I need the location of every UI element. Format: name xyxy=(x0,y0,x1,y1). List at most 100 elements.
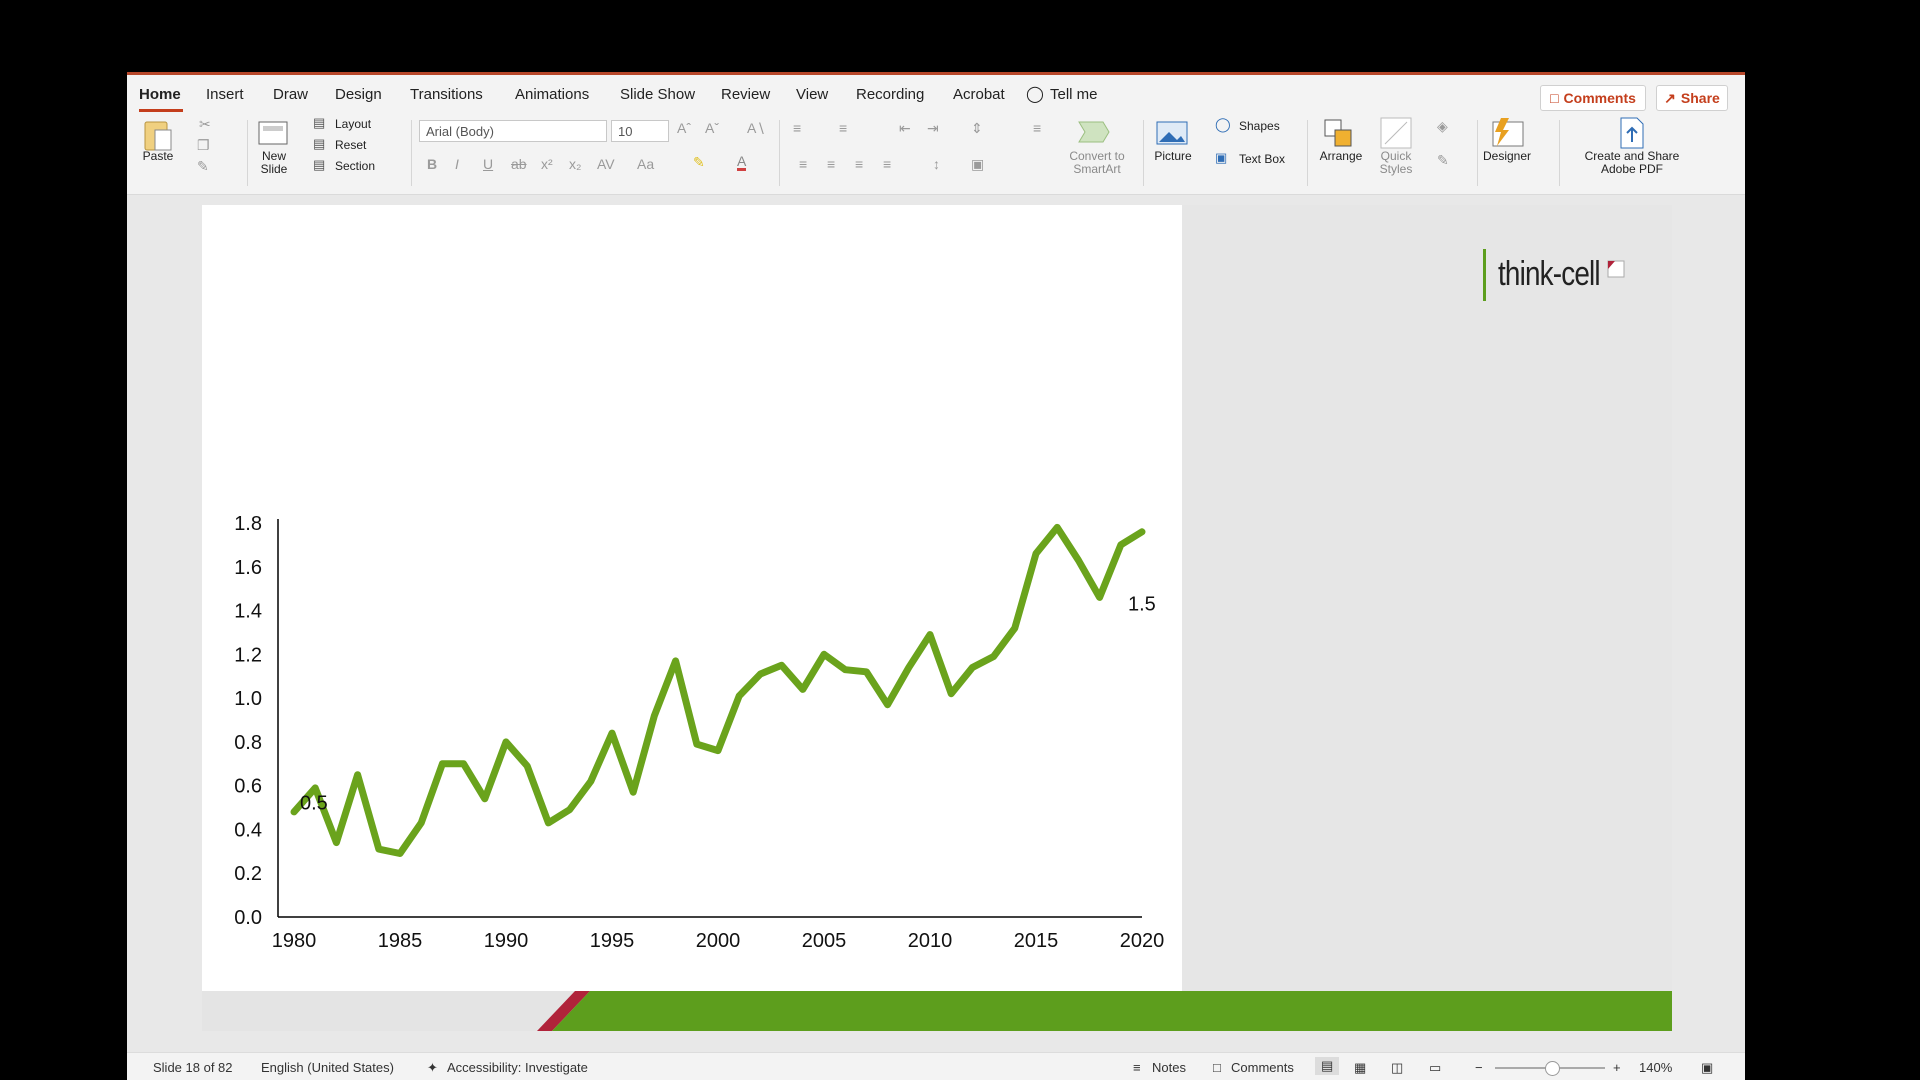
clear-format-icon[interactable]: A∖ xyxy=(747,120,765,137)
create-share-line2[interactable]: Adobe PDF xyxy=(1567,163,1697,176)
ribbon-tabs: Home Insert Draw Design Transitions Anim… xyxy=(127,76,1745,112)
designer-icon[interactable] xyxy=(1487,116,1527,150)
y-tick-label: 0.0 xyxy=(234,907,262,929)
copy-icon[interactable]: ❐ xyxy=(197,137,210,154)
superscript-icon[interactable]: x² xyxy=(541,156,553,172)
highlight-icon[interactable]: ✎ xyxy=(693,154,705,171)
line-chart[interactable]: 0.0 0.2 0.4 0.6 0.8 1.0 1.2 1.4 1.6 1.8 1980 1985 19… xyxy=(202,205,1182,991)
y-tick-label: 0.6 xyxy=(234,776,262,798)
decrease-indent-icon[interactable]: ⇤ xyxy=(899,120,911,137)
layout-button[interactable]: Layout xyxy=(335,118,371,131)
zoom-in-icon[interactable]: + xyxy=(1613,1060,1621,1075)
accessibility-status[interactable]: Accessibility: Investigate xyxy=(447,1060,588,1075)
quick-styles-icon[interactable] xyxy=(1379,116,1413,150)
status-comments-button[interactable]: Comments xyxy=(1231,1060,1294,1075)
tab-acrobat[interactable]: Acrobat xyxy=(953,86,1005,103)
picture-label[interactable]: Picture xyxy=(1149,150,1197,163)
font-color-icon[interactable]: A xyxy=(737,154,747,171)
notes-button[interactable]: Notes xyxy=(1152,1060,1186,1075)
zoom-slider-thumb[interactable] xyxy=(1545,1061,1560,1076)
align-center-icon[interactable]: ≡ xyxy=(827,156,835,172)
language-indicator[interactable]: English (United States) xyxy=(261,1060,394,1075)
designer-label[interactable]: Designer xyxy=(1479,150,1535,163)
tab-recording[interactable]: Recording xyxy=(856,86,924,103)
arrange-label[interactable]: Arrange xyxy=(1313,150,1369,163)
x-tick-label: 1980 xyxy=(272,930,317,952)
section-button[interactable]: Section xyxy=(335,160,375,173)
tab-review[interactable]: Review xyxy=(721,86,770,103)
slide[interactable]: think-cell 0.0 0.2 0.4 0.6 0.8 1.0 1.2 1.4 1.6 1.… xyxy=(202,205,1672,1031)
text-direction-icon[interactable]: ↕ xyxy=(933,156,940,172)
text-box-button[interactable]: Text Box xyxy=(1239,153,1285,166)
arrange-icon[interactable] xyxy=(1323,118,1357,148)
text-box-icon[interactable]: ▣ xyxy=(1215,150,1227,166)
grow-font-icon[interactable]: Aˆ xyxy=(677,120,691,136)
y-tick-label: 0.4 xyxy=(234,819,262,841)
shapes-icon[interactable]: ◯ xyxy=(1215,116,1231,133)
separator xyxy=(1477,120,1478,186)
increase-indent-icon[interactable]: ⇥ xyxy=(927,120,939,137)
separator xyxy=(411,120,412,186)
shapes-button[interactable]: Shapes xyxy=(1239,120,1280,133)
tab-animations[interactable]: Animations xyxy=(515,86,589,103)
lightbulb-icon: ◯ xyxy=(1026,86,1044,103)
zoom-level[interactable]: 140% xyxy=(1639,1060,1672,1075)
tab-draw[interactable]: Draw xyxy=(273,86,308,103)
new-slide-icon[interactable] xyxy=(255,118,293,150)
justify-icon[interactable]: ≡ xyxy=(883,156,891,172)
smartart-icon[interactable] xyxy=(1077,118,1117,146)
tab-view[interactable]: View xyxy=(796,86,828,103)
numbering-icon[interactable]: ≡ xyxy=(839,120,847,136)
italic-icon[interactable]: I xyxy=(455,156,459,172)
reset-button[interactable]: Reset xyxy=(335,139,366,152)
data-label: 1.5 xyxy=(1128,594,1156,616)
align-left-icon[interactable]: ≡ xyxy=(799,156,807,172)
convert-smartart-line2[interactable]: SmartArt xyxy=(1061,163,1133,176)
tab-transitions[interactable]: Transitions xyxy=(410,86,483,103)
tell-me-search[interactable]: Tell me xyxy=(1050,86,1098,103)
zoom-out-icon[interactable]: − xyxy=(1475,1060,1483,1075)
shrink-font-icon[interactable]: Aˇ xyxy=(705,120,719,136)
tab-home[interactable]: Home xyxy=(139,86,181,103)
bullets-icon[interactable]: ≡ xyxy=(793,120,801,136)
picture-icon[interactable] xyxy=(1155,120,1189,146)
tab-slide-show[interactable]: Slide Show xyxy=(620,86,695,103)
comments-button[interactable]: □ Comments xyxy=(1540,85,1646,111)
columns-icon[interactable]: ≡ xyxy=(1033,120,1041,136)
tab-design[interactable]: Design xyxy=(335,86,382,103)
x-tick-label: 1990 xyxy=(484,930,529,952)
normal-view-icon[interactable]: ▤ xyxy=(1315,1057,1340,1075)
share-label: Share xyxy=(1680,90,1720,106)
reading-view-icon[interactable]: ◫ xyxy=(1391,1060,1403,1076)
create-pdf-icon[interactable] xyxy=(1615,116,1649,150)
footer-band xyxy=(202,991,1672,1031)
subscript-icon[interactable]: x₂ xyxy=(569,156,581,172)
y-tick-label: 1.4 xyxy=(234,601,262,623)
font-size-combo[interactable]: 10 xyxy=(611,120,669,142)
notes-icon: ≡ xyxy=(1133,1060,1141,1075)
bold-icon[interactable]: B xyxy=(427,156,437,172)
cut-icon[interactable]: ✂ xyxy=(199,116,211,133)
slideshow-icon[interactable]: ▭ xyxy=(1429,1060,1441,1076)
paste-label: Paste xyxy=(142,149,174,163)
strikethrough-icon[interactable]: ab xyxy=(511,156,527,172)
shape-outline-icon[interactable]: ✎ xyxy=(1437,152,1449,169)
share-button[interactable]: ↗ Share xyxy=(1656,85,1728,111)
align-right-icon[interactable]: ≡ xyxy=(855,156,863,172)
shape-fill-icon[interactable]: ◈ xyxy=(1437,118,1448,135)
fit-slide-icon[interactable]: ▣ xyxy=(1701,1060,1713,1076)
y-tick-label: 0.8 xyxy=(234,732,262,754)
line-spacing-icon[interactable]: ⇕ xyxy=(971,120,983,137)
quick-styles-line2[interactable]: Styles xyxy=(1371,163,1421,176)
series-line xyxy=(290,523,1146,857)
underline-icon[interactable]: U xyxy=(483,156,493,172)
reset-icon: ▤ xyxy=(313,136,326,151)
align-text-icon[interactable]: ▣ xyxy=(971,156,984,173)
change-case-icon[interactable]: Aa xyxy=(637,156,654,172)
slide-sorter-icon[interactable]: ▦ xyxy=(1354,1060,1366,1076)
title-stripe xyxy=(127,72,1745,75)
character-spacing-icon[interactable]: AV xyxy=(597,156,615,172)
format-painter-icon[interactable]: ✎ xyxy=(197,158,209,175)
font-name-combo[interactable]: Arial (Body) xyxy=(419,120,607,142)
tab-insert[interactable]: Insert xyxy=(206,86,244,103)
